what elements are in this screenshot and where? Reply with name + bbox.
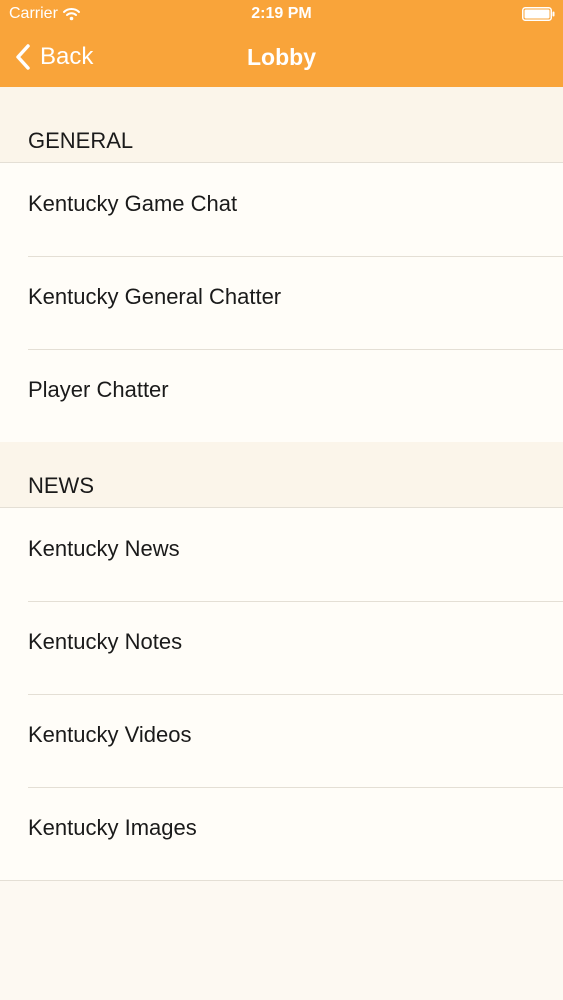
list-item-label: Kentucky Game Chat (28, 191, 238, 216)
navigation-bar: Back Lobby (0, 28, 563, 87)
list-item-label: Kentucky Notes (28, 629, 183, 654)
list-item-kentucky-notes[interactable]: Kentucky Notes (0, 601, 563, 694)
top-header: Carrier 2:19 PM Back Lobby (0, 0, 563, 87)
list-item-label: Kentucky Images (28, 815, 197, 840)
list-item-player-chatter[interactable]: Player Chatter (0, 349, 563, 442)
list-item-kentucky-general-chatter[interactable]: Kentucky General Chatter (0, 256, 563, 349)
list-item-label: Player Chatter (28, 377, 169, 402)
list-item-label: Kentucky General Chatter (28, 284, 282, 309)
news-list: Kentucky News Kentucky Notes Kentucky Vi… (0, 507, 563, 881)
section-header-label: NEWS (28, 473, 94, 498)
status-bar: Carrier 2:19 PM (0, 0, 563, 28)
list-item-kentucky-videos[interactable]: Kentucky Videos (0, 694, 563, 787)
page-title: Lobby (247, 44, 316, 70)
general-list: Kentucky Game Chat Kentucky General Chat… (0, 162, 563, 443)
battery-icon (522, 7, 555, 21)
list-item-kentucky-images[interactable]: Kentucky Images (0, 787, 563, 880)
section-header-news: NEWS (0, 442, 563, 507)
section-header-label: GENERAL (28, 128, 134, 153)
status-time: 2:19 PM (251, 5, 312, 22)
list-item-label: Kentucky News (28, 536, 180, 561)
section-header-general: GENERAL (0, 87, 563, 162)
list-item-kentucky-news[interactable]: Kentucky News (0, 508, 563, 601)
list-item-kentucky-game-chat[interactable]: Kentucky Game Chat (0, 163, 563, 256)
list-item-label: Kentucky Videos (28, 722, 192, 747)
